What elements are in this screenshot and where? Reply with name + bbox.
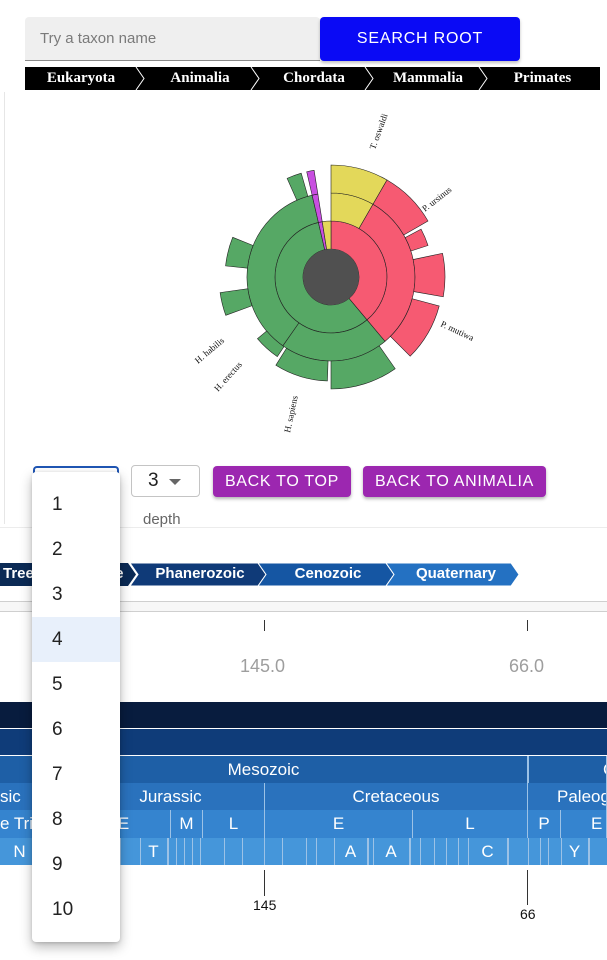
breadcrumb-mammalia[interactable]: Mammalia — [371, 67, 485, 90]
stage-divider — [548, 838, 549, 865]
stage-divider — [373, 838, 374, 865]
stage-divider — [282, 838, 283, 865]
stage-divider — [264, 838, 265, 865]
breadcrumb-primates[interactable]: Primates — [485, 67, 600, 90]
period-cretaceous[interactable]: Cretaceous — [265, 783, 528, 810]
epoch-middle-jurassic[interactable]: M — [171, 810, 203, 838]
stage-divider — [540, 838, 541, 865]
sunburst-center[interactable] — [303, 249, 359, 305]
depth-option-6[interactable]: 6 — [32, 707, 120, 752]
breadcrumb-eukaryota[interactable]: Eukaryota — [25, 67, 137, 90]
sunburst-chart[interactable]: T. oswaldi P. ursinus P. mutiwa H. sapiens H… — [0, 92, 607, 462]
back-to-top-button[interactable]: BACK TO TOP — [213, 466, 351, 497]
taxon-search-input[interactable] — [25, 17, 320, 61]
sunburst-green-leaf[interactable] — [219, 288, 253, 316]
stage-albian[interactable]: A — [334, 838, 368, 865]
stage-divider — [561, 838, 562, 865]
depth-option-7[interactable]: 7 — [32, 752, 120, 797]
sunburst-label: H. habilis — [193, 335, 227, 365]
sunburst-pink-leaf[interactable] — [412, 252, 446, 298]
boundary-tick — [527, 870, 528, 905]
depth-option-8[interactable]: 8 — [32, 797, 120, 842]
axis-tick — [264, 620, 265, 631]
sunburst-label: H. erectus — [212, 359, 244, 393]
sunburst-green-leaf[interactable] — [286, 172, 309, 201]
stage-divider — [368, 838, 369, 865]
boundary-label: 145 — [253, 897, 277, 913]
axis-tick-label: 66.0 — [509, 656, 545, 676]
stage-divider — [176, 838, 177, 865]
stage-aptian[interactable]: A — [373, 838, 410, 865]
stage-divider — [168, 838, 169, 865]
period-triassic[interactable]: sic — [0, 783, 35, 810]
depth-option-2[interactable]: 2 — [32, 527, 120, 572]
epoch-eocene[interactable]: E — [561, 810, 607, 838]
depth-option-9[interactable]: 9 — [32, 842, 120, 887]
stage-divider — [242, 838, 243, 865]
stage-divider — [184, 838, 185, 865]
depth-option-3[interactable]: 3 — [32, 572, 120, 617]
stage-divider — [192, 838, 193, 865]
search-root-button[interactable]: SEARCH ROOT — [320, 17, 520, 61]
depth-select[interactable] — [131, 465, 200, 497]
depth-dropdown-menu: 1 2 3 4 5 6 7 8 9 10 — [32, 472, 120, 942]
boundary-tick — [264, 870, 265, 896]
stage-divider — [434, 838, 435, 865]
stage-divider — [140, 838, 141, 865]
axis-tick — [527, 620, 528, 631]
stage-divider — [468, 838, 469, 865]
stage-divider — [306, 838, 307, 865]
depth-label: depth — [143, 511, 181, 528]
breadcrumb-animalia[interactable]: Animalia — [143, 67, 257, 90]
back-to-animalia-button[interactable]: BACK TO ANIMALIA — [363, 466, 546, 497]
depth-select-value: 3 — [148, 470, 159, 491]
chevron-down-icon — [169, 479, 181, 485]
sunburst-label: P. mutiwa — [439, 319, 475, 343]
breadcrumb-chordata[interactable]: Chordata — [257, 67, 371, 90]
stage-divider — [528, 838, 529, 865]
stage-divider — [334, 838, 335, 865]
stage-divider — [458, 838, 459, 865]
epoch-late-cretaceous[interactable]: L — [413, 810, 528, 838]
stage-divider — [316, 838, 317, 865]
geo-crumb-quaternary[interactable]: Quaternary — [396, 563, 516, 586]
stage-divider — [446, 838, 447, 865]
epoch-early-cretaceous[interactable]: E — [265, 810, 413, 838]
boundary-label: 66 — [520, 906, 536, 922]
sunburst-label: T. oswaldi — [367, 112, 389, 151]
stage-divider — [224, 838, 225, 865]
depth-option-10[interactable]: 10 — [32, 887, 120, 932]
epoch-late-jurassic[interactable]: L — [203, 810, 265, 838]
epoch-late-triassic[interactable]: e Tria — [0, 810, 35, 838]
depth-option-1[interactable]: 1 — [32, 482, 120, 527]
stage-toarcian[interactable]: T — [140, 838, 168, 865]
stage-divider — [420, 838, 421, 865]
era-cenozoic[interactable]: C — [528, 756, 607, 783]
geo-crumb-cenozoic[interactable]: Cenozoic — [268, 563, 388, 586]
stage-divider — [200, 838, 201, 865]
stage-divider — [120, 838, 121, 865]
stage-divider — [589, 838, 590, 865]
sunburst-purple-leaf[interactable] — [306, 169, 319, 196]
sunburst-label: P. ursinus — [420, 184, 454, 213]
stage-divider — [508, 838, 509, 865]
period-paleogene[interactable]: Paleog — [528, 783, 607, 810]
epoch-paleocene[interactable]: P — [528, 810, 561, 838]
stage-ypresian[interactable]: Y — [561, 838, 589, 865]
stage-campanian[interactable]: C — [468, 838, 508, 865]
sunburst-label: H. sapiens — [282, 394, 300, 433]
geo-crumb-phanerozoic[interactable]: Phanerozoic — [140, 563, 260, 586]
stage-divider — [410, 838, 411, 865]
depth-option-5[interactable]: 5 — [32, 662, 120, 707]
depth-option-4[interactable]: 4 — [32, 617, 120, 662]
axis-tick-label: 145.0 — [240, 656, 286, 676]
